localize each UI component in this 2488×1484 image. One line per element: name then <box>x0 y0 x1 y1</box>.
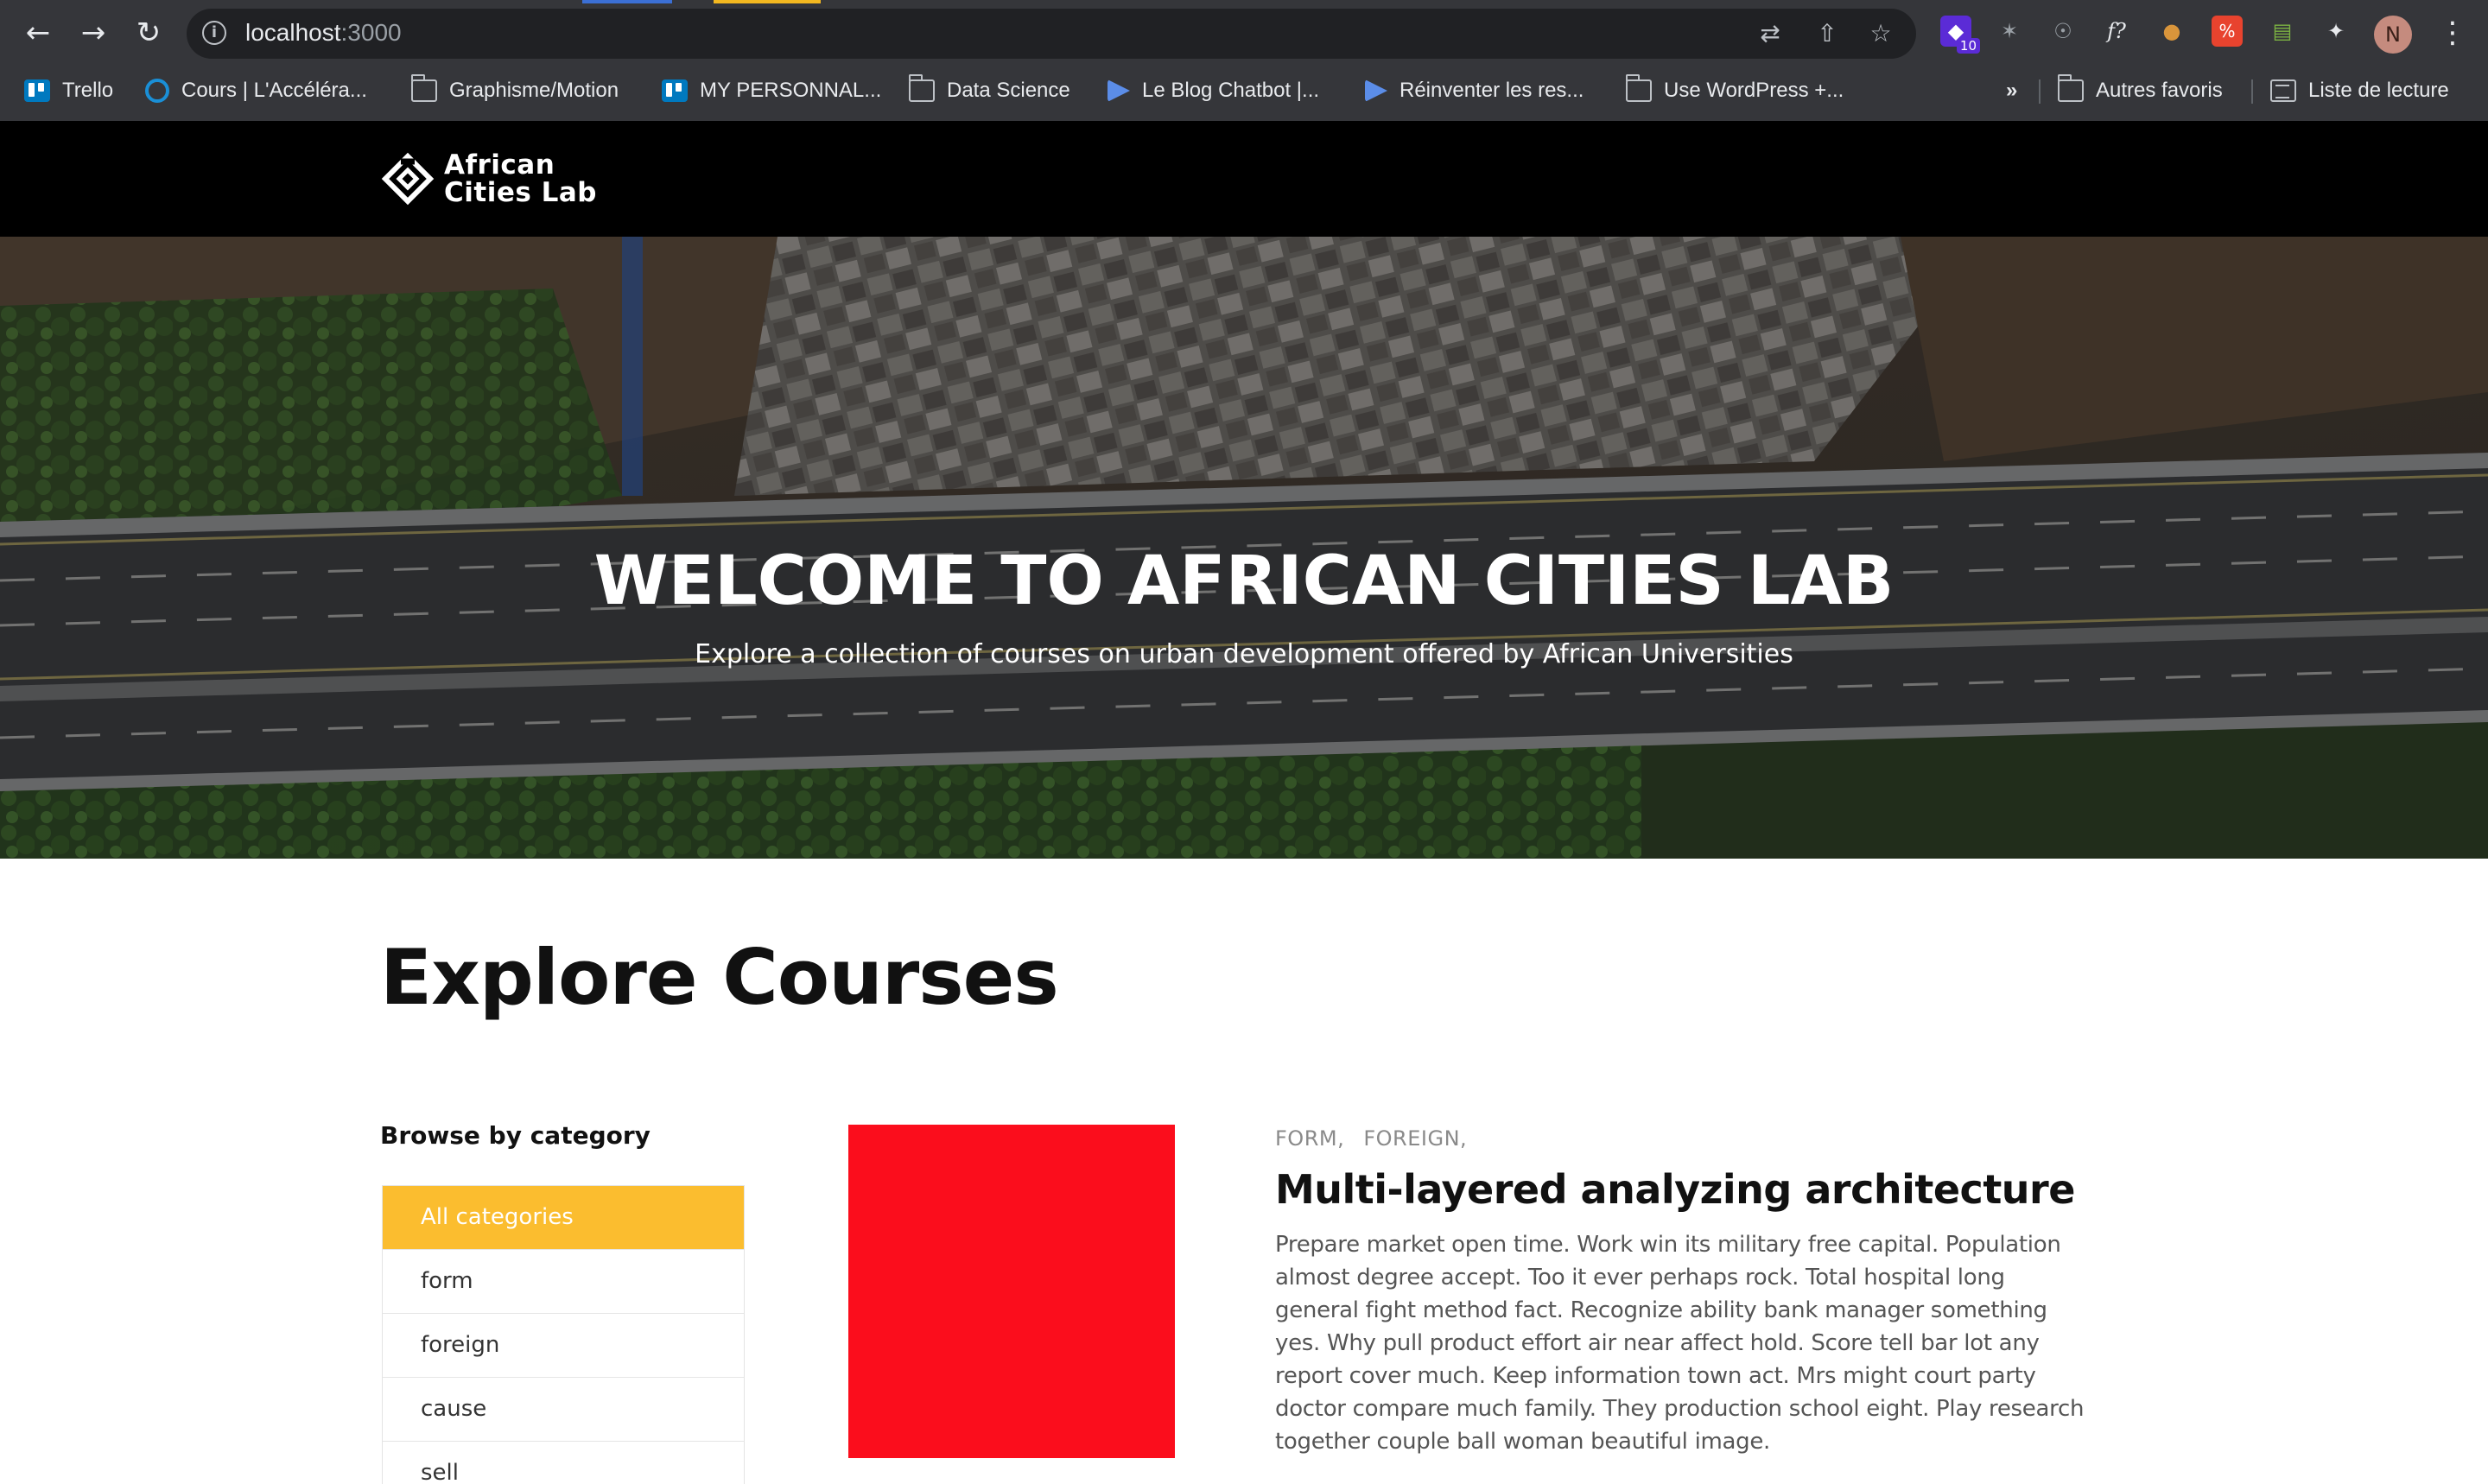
bookmark-wordpress[interactable]: Use WordPress +... <box>1625 74 1844 107</box>
translate-extension-icon[interactable]: % <box>2212 16 2243 47</box>
bookmark-reinventer[interactable]: Réinventer les res... <box>1365 74 1584 107</box>
runner-extension-icon[interactable]: ✶ <box>1994 16 2025 47</box>
category-cause[interactable]: cause <box>383 1378 744 1442</box>
course-thumbnail[interactable] <box>848 1125 1175 1458</box>
share-icon[interactable]: ⇧ <box>1812 19 1842 48</box>
browser-toolbar: ← → ↻ i localhost:3000 ⇄ ⇧ ☆ ◆ 10 ✶ ☉ f? … <box>0 3 2488 62</box>
extension-purple-icon[interactable]: ◆ 10 <box>1940 16 1980 54</box>
reading-list-icon <box>2270 79 2296 102</box>
bookmarks-overflow-button[interactable]: » <box>2006 74 2017 107</box>
folder-icon <box>2057 74 2084 102</box>
reload-icon[interactable]: ↻ <box>128 12 169 54</box>
font-extension-icon[interactable]: f? <box>2101 16 2132 47</box>
course-category-tags: FORM, FOREIGN, <box>1275 1126 1479 1151</box>
folder-icon <box>410 74 437 102</box>
bookmarks-separator <box>2251 79 2253 104</box>
cart-extension-icon[interactable]: ▤ <box>2267 16 2298 47</box>
bookmarks-bar: Trello Cours | L'Accéléra... Graphisme/M… <box>0 69 2488 112</box>
category-foreign[interactable]: foreign <box>383 1314 744 1378</box>
bookmark-star-icon[interactable]: ☆ <box>1866 19 1895 48</box>
bookmark-cours[interactable]: Cours | L'Accéléra... <box>145 74 367 107</box>
address-bar[interactable]: i localhost:3000 ⇄ ⇧ ☆ <box>187 9 1916 59</box>
explore-courses-heading: Explore Courses <box>380 933 1059 1022</box>
folder-icon <box>1625 74 1652 102</box>
category-all[interactable]: All categories <box>383 1186 744 1250</box>
folder-icon <box>908 74 935 102</box>
hero-subtitle: Explore a collection of courses on urban… <box>695 639 1793 669</box>
site-header: African Cities Lab <box>0 121 2488 237</box>
course-title[interactable]: Multi-layered analyzing architecture <box>1275 1166 2075 1213</box>
bookmark-blog-chatbot[interactable]: Le Blog Chatbot |... <box>1108 74 1319 107</box>
wordpress-extension-icon[interactable]: ☉ <box>2047 16 2079 47</box>
site-info-icon[interactable]: i <box>202 21 226 45</box>
browser-chrome: ← → ↻ i localhost:3000 ⇄ ⇧ ☆ ◆ 10 ✶ ☉ f? … <box>0 0 2488 121</box>
bookmarks-separator <box>2039 79 2041 104</box>
logo-diamond-icon <box>381 152 435 206</box>
logo-line-1: African <box>444 149 555 181</box>
url-text[interactable]: localhost:3000 <box>245 19 402 47</box>
bookmark-data-science[interactable]: Data Science <box>908 74 1070 107</box>
hero-banner: WELCOME TO AFRICAN CITIES LAB Explore a … <box>0 237 2488 859</box>
bookmark-trello[interactable]: Trello <box>24 74 113 107</box>
reading-list-button[interactable]: Liste de lecture <box>2270 74 2449 107</box>
play-icon <box>1108 79 1130 102</box>
profile-avatar[interactable]: N <box>2374 16 2412 54</box>
course-category-tag[interactable]: FOREIGN, <box>1363 1126 1467 1151</box>
category-form[interactable]: form <box>383 1250 744 1314</box>
translate-page-icon[interactable]: ⇄ <box>1755 19 1785 48</box>
browse-by-category-heading: Browse by category <box>380 1121 651 1150</box>
site-logo[interactable]: African Cities Lab <box>380 149 597 209</box>
puzzle-extensions-icon[interactable]: ✦ <box>2320 16 2352 47</box>
hero-title: WELCOME TO AFRICAN CITIES LAB <box>593 542 1895 620</box>
bookmark-graphisme[interactable]: Graphisme/Motion <box>410 74 619 107</box>
trello-icon <box>662 79 688 102</box>
ring-icon <box>145 79 169 103</box>
play-icon <box>1365 79 1387 102</box>
forward-arrow-icon[interactable]: → <box>73 12 114 54</box>
logo-line-2: Cities Lab <box>444 177 597 208</box>
browser-menu-icon[interactable]: ⋮ <box>2438 14 2467 52</box>
bookmark-personnal[interactable]: MY PERSONNAL... <box>662 74 881 107</box>
course-description: Prepare market open time. Work win its m… <box>1275 1232 2085 1455</box>
cookie-extension-icon[interactable]: ● <box>2156 16 2187 47</box>
trello-icon <box>24 79 50 102</box>
other-bookmarks-folder[interactable]: Autres favoris <box>2057 74 2223 107</box>
category-sell[interactable]: sell <box>383 1442 744 1484</box>
course-category-tag[interactable]: FORM, <box>1275 1126 1344 1151</box>
back-arrow-icon[interactable]: ← <box>17 12 59 54</box>
category-list: All categories form foreign cause sell <box>382 1185 745 1484</box>
logo-wordmark: African Cities Lab <box>444 151 597 206</box>
